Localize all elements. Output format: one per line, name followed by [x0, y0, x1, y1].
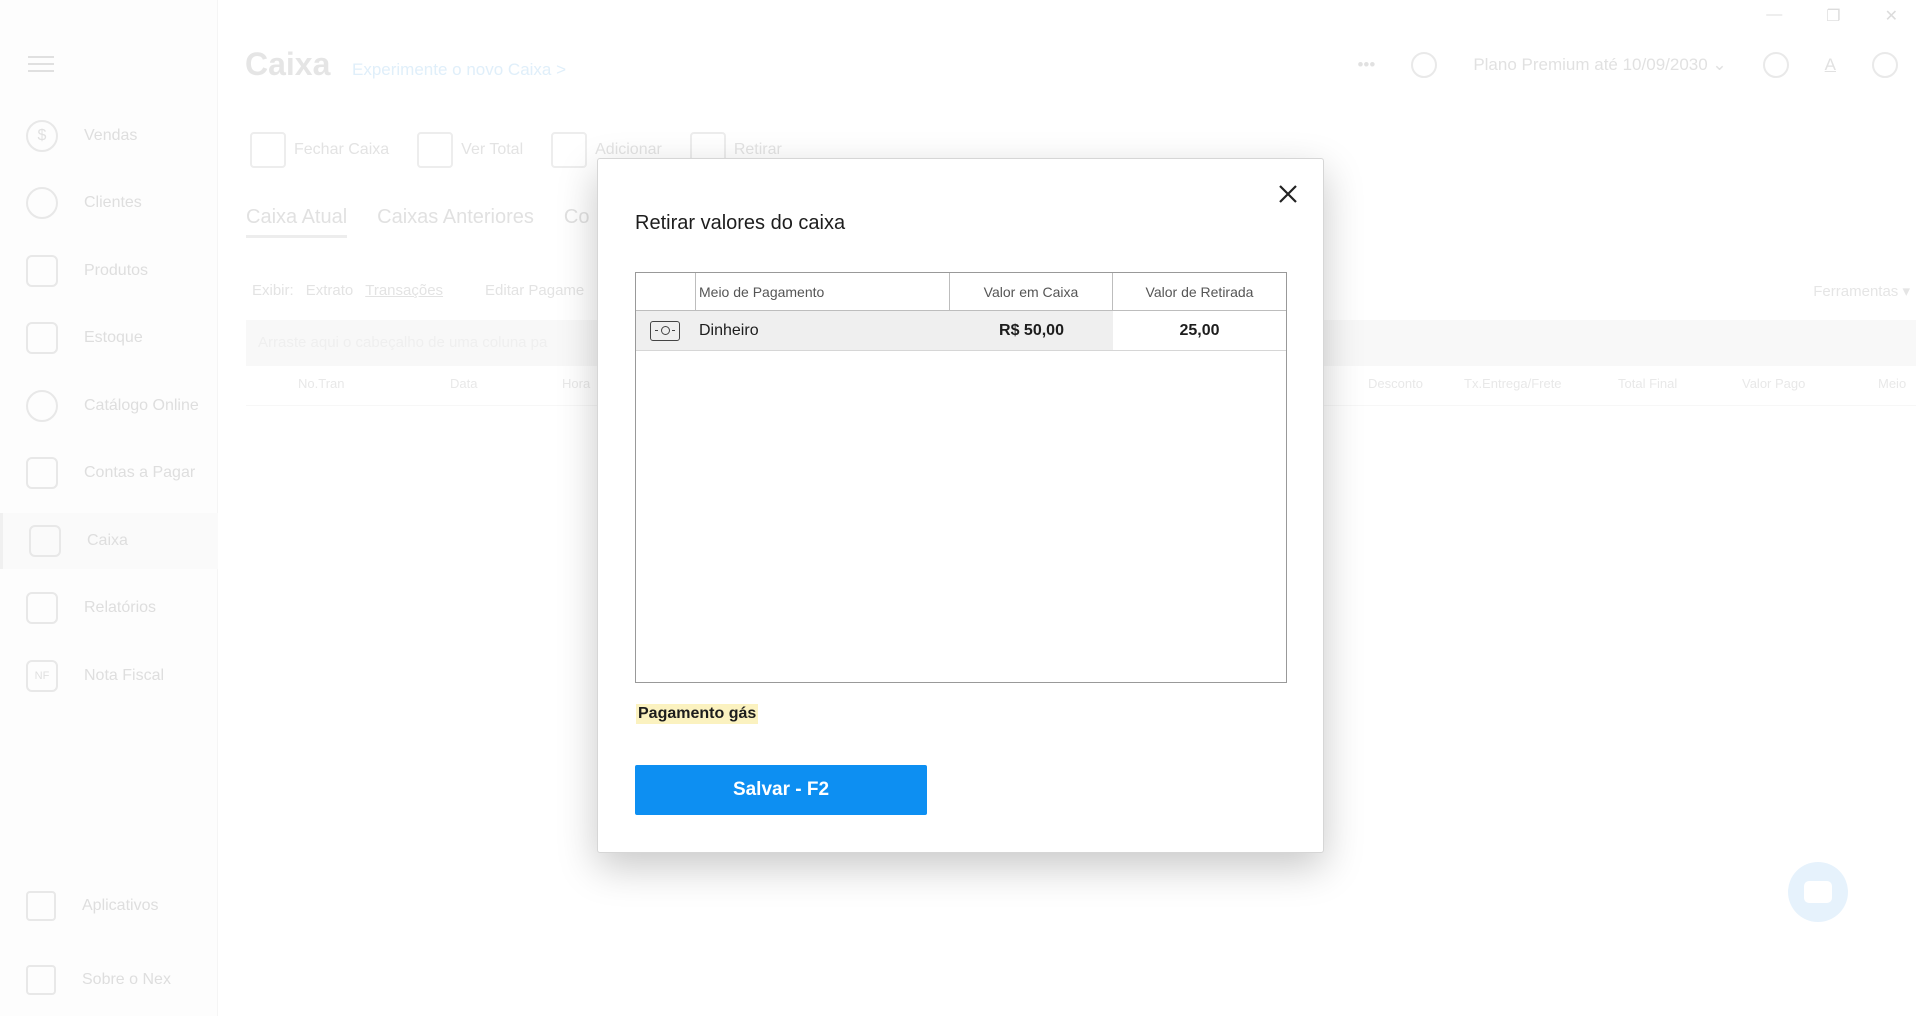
money-icon — [650, 320, 680, 341]
table-row[interactable]: Dinheiro R$ 50,00 25,00 — [636, 311, 1286, 351]
column-header-valor-retirada: Valor de Retirada — [1145, 283, 1254, 300]
dialog-title: Retirar valores do caixa — [635, 212, 846, 234]
column-header-meio: Meio de Pagamento — [696, 273, 950, 310]
valor-caixa-cell: R$ 50,00 — [950, 311, 1113, 350]
close-icon[interactable] — [1273, 179, 1303, 209]
icon-column-header — [636, 273, 696, 310]
save-button[interactable]: Salvar - F2 — [635, 765, 927, 815]
grid-header: Meio de Pagamento Valor em Caixa Valor d… — [636, 273, 1286, 311]
meio-cell: Dinheiro — [696, 311, 950, 350]
payment-grid: Meio de Pagamento Valor em Caixa Valor d… — [635, 272, 1287, 683]
observation-field[interactable]: Pagamento gás — [636, 704, 759, 724]
valor-retirada-input[interactable]: 25,00 — [1113, 311, 1286, 350]
retirar-valores-dialog: Retirar valores do caixa Meio de Pagamen… — [597, 158, 1324, 853]
column-header-valor-caixa: Valor em Caixa — [950, 273, 1113, 310]
row-icon-cell — [636, 311, 696, 350]
